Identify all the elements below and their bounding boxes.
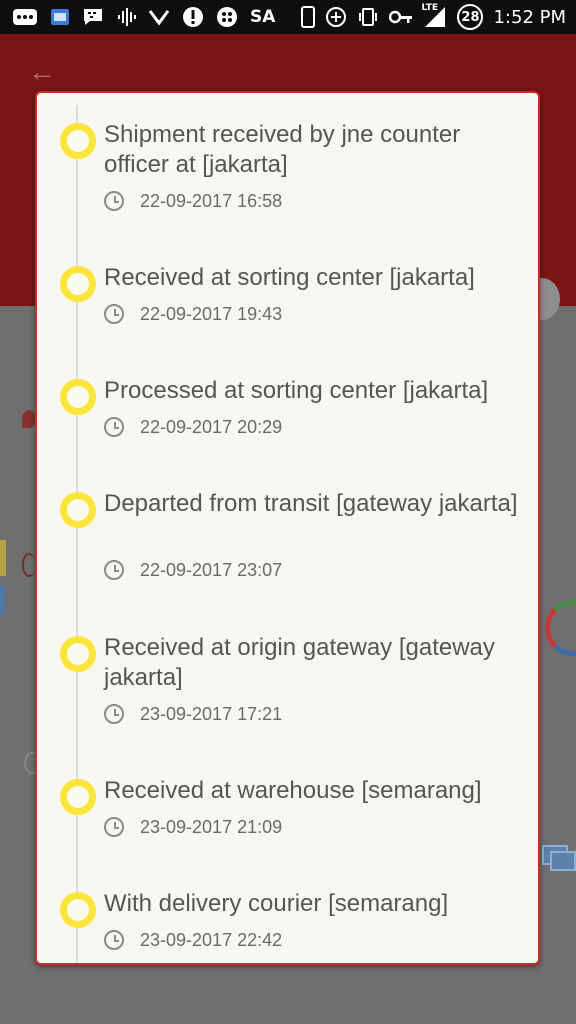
clock-icon [104, 560, 124, 580]
event-timestamp: 22-09-2017 16:58 [140, 190, 283, 211]
clock-icon [104, 930, 124, 950]
event-timestamp: 22-09-2017 20:29 [140, 416, 283, 437]
timeline-dot-icon [60, 636, 96, 672]
timeline-dot-icon [60, 266, 96, 302]
data-saver-icon [325, 6, 347, 28]
event-time-row: 22-09-2017 23:07 [104, 558, 282, 582]
event-timestamp: 23-09-2017 21:09 [140, 816, 283, 837]
event-time-row: 23-09-2017 17:21 [104, 702, 282, 726]
event-title: With delivery courier [semarang] [104, 890, 449, 917]
voice-wave-icon [116, 7, 136, 27]
timeline-dot-icon [60, 379, 96, 415]
clock-icon [104, 191, 124, 211]
event-time-row: 22-09-2017 19:43 [104, 302, 282, 326]
slides-icon [542, 845, 576, 871]
clock-time: 1:52 PM [493, 6, 566, 28]
clock-icon [104, 304, 124, 324]
blackberry-icon [216, 6, 238, 28]
background-tab-marker [0, 585, 5, 615]
alert-icon [182, 6, 204, 28]
event-title: Received at origin gateway [gateway jaka… [104, 634, 495, 691]
event-time-row: 22-09-2017 16:58 [104, 189, 282, 213]
event-title: Departed from transit [gateway jakarta] [104, 490, 518, 517]
vibrate-icon [357, 6, 379, 28]
lte-signal-icon: LTE [421, 3, 447, 29]
timeline-line [76, 105, 78, 963]
messaging-icon [12, 7, 38, 27]
notification-count-badge: 28 [457, 4, 484, 30]
chevron-down-icon [148, 7, 170, 27]
event-time-row: 23-09-2017 22:42 [104, 928, 282, 952]
event-title: Received at warehouse [semarang] [104, 777, 482, 804]
background-marker-icon [22, 553, 36, 577]
tracking-history-dialog: Shipment received by jne counter officer… [35, 91, 540, 965]
event-time-row: 22-09-2017 20:29 [104, 415, 282, 439]
event-title: Received at sorting center [jakarta] [104, 264, 475, 291]
timeline-dot-icon [60, 123, 96, 159]
location-pin-icon [22, 410, 36, 428]
bbm-chat-icon [82, 7, 104, 27]
phone-icon [301, 6, 316, 28]
event-timestamp: 22-09-2017 19:43 [140, 303, 283, 324]
back-arrow-icon[interactable]: ← [28, 58, 56, 86]
event-timestamp: 22-09-2017 23:07 [140, 559, 283, 580]
timeline-dot-icon [60, 779, 96, 815]
event-timestamp: 23-09-2017 22:42 [140, 929, 283, 950]
clock-icon [104, 817, 124, 837]
status-bar: SA LTE 28 1:52 PM [0, 0, 576, 34]
event-timestamp: 23-09-2017 17:21 [140, 703, 283, 724]
event-title: Processed at sorting center [jakarta] [104, 377, 489, 404]
clock-icon [104, 417, 124, 437]
clock-icon [104, 704, 124, 724]
app-notification-icon [50, 7, 70, 27]
background-tab-marker [0, 540, 6, 576]
carrier-label: SA [250, 7, 276, 27]
event-title: Shipment received by jne counter officer… [104, 121, 461, 178]
event-time-row: 23-09-2017 21:09 [104, 815, 282, 839]
vpn-key-icon [389, 9, 413, 25]
network-type-label: LTE [421, 3, 439, 13]
timeline-dot-icon [60, 492, 96, 528]
timeline-dot-icon [60, 892, 96, 928]
